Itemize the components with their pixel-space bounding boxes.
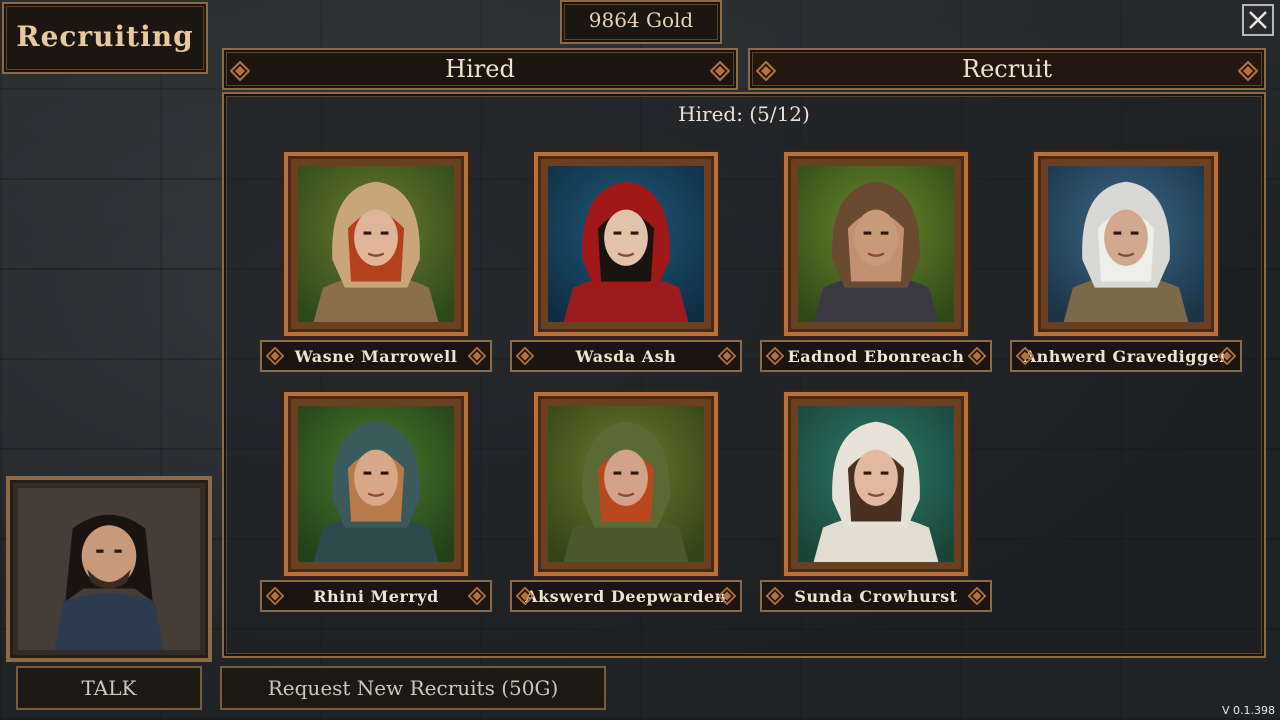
talk-button-label: TALK: [81, 676, 137, 700]
recruit-card[interactable]: Wasda Ash: [510, 152, 746, 378]
tab-hired-label: Hired: [445, 55, 515, 83]
diamond-ornament-icon: [1237, 59, 1259, 82]
diamond-ornament-icon: [755, 59, 777, 82]
recruit-name: Eadnod Ebonreach: [787, 346, 965, 366]
recruit-portrait: [298, 406, 454, 562]
screen-title: Recruiting: [16, 20, 194, 53]
recruit-nameplate: Rhini Merryd: [260, 580, 492, 612]
diamond-ornament-icon: [265, 586, 285, 606]
diamond-ornament-icon: [967, 346, 987, 366]
recruit-nameplate: Wasda Ash: [510, 340, 742, 372]
diamond-ornament-icon: [717, 586, 737, 606]
screen-title-box: Recruiting: [2, 2, 208, 74]
recruit-card[interactable]: Eadnod Ebonreach: [760, 152, 996, 378]
recruit-portrait: [548, 166, 704, 322]
diamond-ornament-icon: [515, 346, 535, 366]
recruit-name: Wasne Marrowell: [294, 346, 458, 366]
recruit-name: Sunda Crowhurst: [794, 586, 958, 606]
diamond-ornament-icon: [1015, 346, 1035, 366]
diamond-ornament-icon: [967, 586, 987, 606]
recruit-nameplate: Wasne Marrowell: [260, 340, 492, 372]
recruit-card[interactable]: Wasne Marrowell: [260, 152, 496, 378]
recruit-portrait: [1048, 166, 1204, 322]
portrait-frame: [534, 152, 718, 336]
portrait-frame: [1034, 152, 1218, 336]
diamond-ornament-icon: [515, 586, 535, 606]
diamond-ornament-icon: [709, 59, 731, 82]
recruit-name: Akswerd Deepwarden: [525, 586, 727, 606]
recruit-name: Anhwerd Gravedigger: [1023, 346, 1229, 366]
recruit-name: Rhini Merryd: [313, 586, 439, 606]
portrait-frame: [784, 392, 968, 576]
request-new-recruits-label: Request New Recruits (50G): [267, 676, 559, 700]
recruit-nameplate: Sunda Crowhurst: [760, 580, 992, 612]
portrait-frame: [534, 392, 718, 576]
diamond-ornament-icon: [467, 346, 487, 366]
talk-button[interactable]: TALK: [16, 666, 202, 710]
tab-hired[interactable]: Hired: [222, 48, 738, 90]
diamond-ornament-icon: [229, 59, 251, 82]
request-new-recruits-button[interactable]: Request New Recruits (50G): [220, 666, 606, 710]
recruit-card[interactable]: Akswerd Deepwarden: [510, 392, 746, 618]
version-label: V 0.1.398: [1222, 704, 1276, 717]
tab-recruit-label: Recruit: [962, 55, 1052, 83]
diamond-ornament-icon: [765, 346, 785, 366]
recruit-portrait: [298, 166, 454, 322]
diamond-ornament-icon: [265, 346, 285, 366]
diamond-ornament-icon: [1217, 346, 1237, 366]
tab-recruit[interactable]: Recruit: [748, 48, 1266, 90]
speaker-portrait-frame: [6, 476, 212, 662]
diamond-ornament-icon: [717, 346, 737, 366]
recruit-card[interactable]: Rhini Merryd: [260, 392, 496, 618]
recruit-portrait: [798, 406, 954, 562]
recruit-name: Wasda Ash: [575, 346, 677, 366]
recruit-portrait: [798, 166, 954, 322]
recruit-nameplate: Akswerd Deepwarden: [510, 580, 742, 612]
diamond-ornament-icon: [467, 586, 487, 606]
portrait-frame: [784, 152, 968, 336]
close-button[interactable]: [1242, 4, 1274, 36]
recruit-nameplate: Anhwerd Gravedigger: [1010, 340, 1242, 372]
portrait-frame: [284, 152, 468, 336]
recruit-card[interactable]: Anhwerd Gravedigger: [1010, 152, 1246, 378]
gold-amount: 9864 Gold: [588, 8, 694, 32]
recruit-nameplate: Eadnod Ebonreach: [760, 340, 992, 372]
portrait-frame: [284, 392, 468, 576]
diamond-ornament-icon: [765, 586, 785, 606]
gold-counter: 9864 Gold: [560, 0, 722, 44]
hired-count: Hired: (5/12): [678, 102, 810, 126]
speaker-portrait: [18, 488, 200, 650]
close-icon: [1249, 11, 1267, 29]
recruit-card[interactable]: Sunda Crowhurst: [760, 392, 996, 618]
recruit-portrait: [548, 406, 704, 562]
